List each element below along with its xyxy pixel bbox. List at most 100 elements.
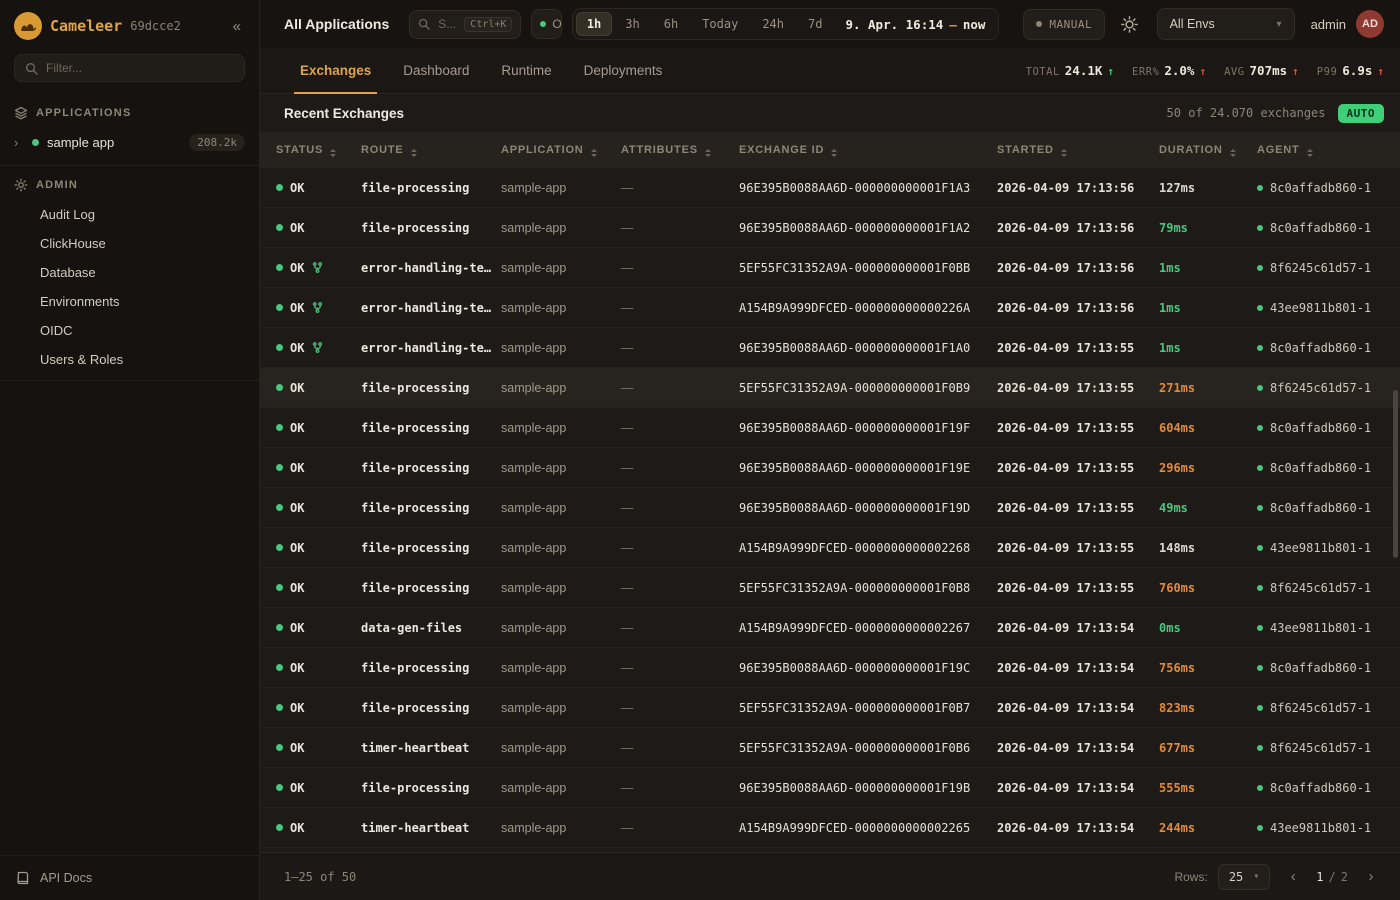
table-row[interactable]: OKtimer-heartbeatsample-app—A154B9A999DF… xyxy=(260,808,1400,848)
status-ok-dot xyxy=(276,224,283,231)
column-header-exchange-id[interactable]: EXCHANGE ID xyxy=(739,143,997,157)
column-header-agent[interactable]: AGENT xyxy=(1257,143,1400,157)
attributes-cell: — xyxy=(621,341,739,355)
started-cell: 2026-04-09 17:13:54 xyxy=(997,821,1159,835)
table-row[interactable]: OKerror-handling-testsample-app—A154B9A9… xyxy=(260,288,1400,328)
application-cell: sample-app xyxy=(501,261,621,275)
status-cell: OK xyxy=(276,501,361,515)
status-ok-dot xyxy=(276,304,283,311)
table-row[interactable]: OKfile-processingsample-app—96E395B0088A… xyxy=(260,168,1400,208)
started-cell: 2026-04-09 17:13:55 xyxy=(997,581,1159,595)
time-range-24h[interactable]: 24h xyxy=(751,12,795,36)
chevron-down-icon: ▾ xyxy=(1277,19,1282,30)
attributes-cell: — xyxy=(621,581,739,595)
sidebar-item-api-docs[interactable]: API Docs xyxy=(0,855,259,900)
theme-toggle-button[interactable] xyxy=(1121,9,1138,39)
application-cell: sample-app xyxy=(501,621,621,635)
attributes-cell: — xyxy=(621,301,739,315)
column-header-started[interactable]: STARTED xyxy=(997,143,1159,157)
time-range-3h[interactable]: 3h xyxy=(614,12,650,36)
column-header-application[interactable]: APPLICATION xyxy=(501,143,621,157)
date-range[interactable]: 9. Apr. 16:14 — now xyxy=(835,17,995,32)
tab-deployments[interactable]: Deployments xyxy=(568,48,679,93)
sidebar-item-oidc[interactable]: OIDC xyxy=(0,316,259,345)
column-header-attributes[interactable]: ATTRIBUTES xyxy=(621,143,739,157)
sidebar-filter[interactable] xyxy=(14,54,245,82)
status-ok-dot xyxy=(276,264,283,271)
table-row[interactable]: OKfile-processingsample-app—5EF55FC31352… xyxy=(260,568,1400,608)
exchange-id-cell: 5EF55FC31352A9A-000000000001F0BB xyxy=(739,261,997,275)
stat-err: ERR%2.0%↑ xyxy=(1132,63,1206,78)
column-label: STARTED xyxy=(997,144,1054,156)
sidebar-item-clickhouse[interactable]: ClickHouse xyxy=(0,229,259,258)
table-row[interactable]: OKfile-processingsample-app—A154B9A999DF… xyxy=(260,528,1400,568)
tab-exchanges[interactable]: Exchanges xyxy=(284,48,387,93)
sidebar-item-sample-app[interactable]: › sample app 208.2k xyxy=(0,128,259,159)
live-toggle[interactable]: O xyxy=(531,9,561,39)
table-row[interactable]: OKfile-processingsample-app—5EF55FC31352… xyxy=(260,688,1400,728)
sidebar-item-environments[interactable]: Environments xyxy=(0,287,259,316)
admin-section-header: ADMIN xyxy=(0,166,259,200)
started-cell: 2026-04-09 17:13:54 xyxy=(997,621,1159,635)
agent-status-dot xyxy=(1257,265,1263,271)
attributes-cell: — xyxy=(621,181,739,195)
sidebar-collapse-button[interactable]: « xyxy=(229,16,245,37)
live-toggle-label: O xyxy=(552,17,561,31)
time-range-today[interactable]: Today xyxy=(691,12,749,36)
time-range-container: 1h3h6hToday24h7d 9. Apr. 16:14 — now xyxy=(572,8,1000,40)
column-header-status[interactable]: STATUS xyxy=(276,143,361,157)
attributes-cell: — xyxy=(621,821,739,835)
global-search[interactable]: S... Ctrl+K xyxy=(409,10,521,39)
duration-cell: 79ms xyxy=(1159,221,1257,235)
agent-id: 8c0affadb860-1 xyxy=(1270,661,1371,675)
time-range-1h[interactable]: 1h xyxy=(576,12,612,36)
agent-cell: 43ee9811b801-1 xyxy=(1257,821,1400,835)
table-row[interactable]: OKfile-processingsample-app—96E395B0088A… xyxy=(260,648,1400,688)
table-row[interactable]: OKfile-processingsample-app—96E395B0088A… xyxy=(260,768,1400,808)
time-range-6h[interactable]: 6h xyxy=(653,12,689,36)
started-cell: 2026-04-09 17:13:55 xyxy=(997,501,1159,515)
next-page-button[interactable]: › xyxy=(1358,864,1384,890)
attributes-cell: — xyxy=(621,541,739,555)
stat-label: TOTAL xyxy=(1026,66,1060,78)
rows-per-page-select[interactable]: 25 ▾ xyxy=(1218,864,1270,890)
tab-dashboard[interactable]: Dashboard xyxy=(387,48,485,93)
agent-status-dot xyxy=(1257,345,1263,351)
scrollbar-thumb[interactable] xyxy=(1393,390,1398,558)
live-toggle-dot xyxy=(540,21,546,27)
env-select[interactable]: All Envs ▾ xyxy=(1157,8,1295,40)
route-cell: file-processing xyxy=(361,501,501,515)
route-cell: file-processing xyxy=(361,541,501,555)
column-header-duration[interactable]: DURATION xyxy=(1159,143,1257,157)
search-placeholder: S... xyxy=(438,17,456,31)
time-range-7d[interactable]: 7d xyxy=(797,12,833,36)
sidebar-item-database[interactable]: Database xyxy=(0,258,259,287)
exchange-table-body: OKfile-processingsample-app—96E395B0088A… xyxy=(260,168,1400,852)
tab-runtime[interactable]: Runtime xyxy=(485,48,567,93)
duration-cell: 271ms xyxy=(1159,381,1257,395)
duration-cell: 677ms xyxy=(1159,741,1257,755)
table-row[interactable]: OKdata-gen-filessample-app—A154B9A999DFC… xyxy=(260,608,1400,648)
trend-up-icon: ↑ xyxy=(1377,65,1384,78)
table-row[interactable]: OKtimer-heartbeatsample-app—5EF55FC31352… xyxy=(260,728,1400,768)
manual-refresh-button[interactable]: MANUAL xyxy=(1023,9,1105,40)
prev-page-button[interactable]: ‹ xyxy=(1280,864,1306,890)
table-row[interactable]: OKerror-handling-testsample-app—96E395B0… xyxy=(260,328,1400,368)
table-row[interactable]: OKfile-processingsample-app—96E395B0088A… xyxy=(260,488,1400,528)
table-row[interactable]: OKfile-processingsample-app—96E395B0088A… xyxy=(260,408,1400,448)
table-row[interactable]: OKerror-handling-testsample-app—5EF55FC3… xyxy=(260,248,1400,288)
table-row[interactable]: OKfile-processingsample-app—96E395B0088A… xyxy=(260,208,1400,248)
sidebar-item-users-roles[interactable]: Users & Roles xyxy=(0,345,259,374)
table-row[interactable]: OKfile-processingsample-app—96E395B0088A… xyxy=(260,448,1400,488)
started-cell: 2026-04-09 17:13:55 xyxy=(997,381,1159,395)
column-header-route[interactable]: ROUTE xyxy=(361,143,501,157)
stat-avg: AVG707ms↑ xyxy=(1224,63,1299,78)
auto-refresh-badge[interactable]: AUTO xyxy=(1338,104,1385,123)
table-row[interactable]: OKfile-processingsample-app—5EF55FC31352… xyxy=(260,368,1400,408)
sidebar-filter-input[interactable] xyxy=(46,61,234,75)
sidebar-item-audit-log[interactable]: Audit Log xyxy=(0,200,259,229)
avatar[interactable]: AD xyxy=(1356,10,1384,38)
status-cell: OK xyxy=(276,381,361,395)
exchange-id-cell: 96E395B0088AA6D-000000000001F19D xyxy=(739,501,997,515)
route-cell: file-processing xyxy=(361,221,501,235)
